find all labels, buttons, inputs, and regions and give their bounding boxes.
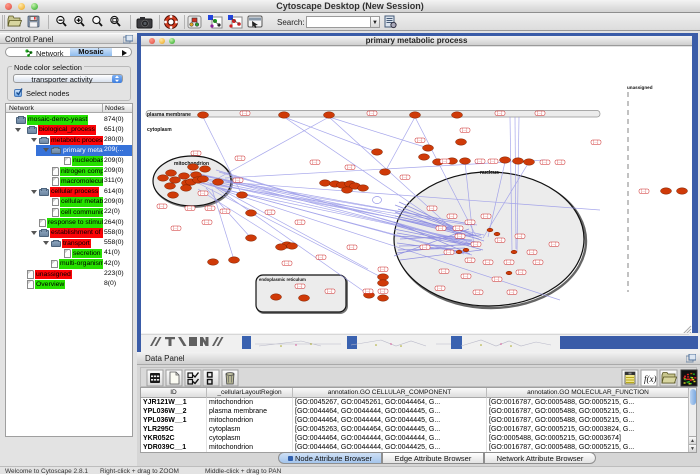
svg-text:[....]: [....]: [537, 111, 542, 115]
svg-text:[....]: [....]: [506, 260, 511, 264]
svg-text:[....]: [....]: [242, 111, 247, 115]
svg-text:[....]: [....]: [441, 269, 446, 273]
svg-text:plasma membrane: plasma membrane: [147, 112, 191, 118]
svg-text:[....]: [....]: [402, 175, 407, 179]
svg-text:[....]: [....]: [457, 234, 462, 238]
svg-text:[....]: [....]: [551, 242, 556, 246]
svg-text:[....]: [....]: [467, 258, 472, 262]
svg-text:[....]: [....]: [518, 270, 523, 274]
svg-text:[....]: [....]: [193, 151, 198, 155]
svg-text:[....]: [....]: [380, 267, 385, 271]
svg-text:[....]: [....]: [462, 128, 467, 132]
svg-text:[....]: [....]: [475, 290, 480, 294]
svg-text:[....]: [....]: [509, 290, 514, 294]
svg-text:[....]: [....]: [347, 165, 352, 169]
svg-text:[....]: [....]: [365, 289, 370, 293]
svg-text:nucleus: nucleus: [480, 170, 499, 176]
svg-text:[....]: [....]: [557, 160, 562, 164]
svg-text:[....]: [....]: [477, 159, 482, 163]
svg-text:[....]: [....]: [485, 260, 490, 264]
svg-text:[....]: [....]: [542, 160, 547, 164]
svg-text:[....]: [....]: [429, 206, 434, 210]
svg-text:[....]: [....]: [380, 289, 385, 293]
svg-text:[....]: [....]: [267, 210, 272, 214]
svg-text:[....]: [....]: [535, 260, 540, 264]
svg-text:[....]: [....]: [318, 255, 323, 259]
svg-text:f(x): f(x): [644, 374, 657, 384]
svg-text:[....]: [....]: [517, 234, 522, 238]
svg-text:[....]: [....]: [449, 214, 454, 218]
svg-text:[....]: [....]: [467, 220, 472, 224]
svg-text:[....]: [....]: [312, 160, 317, 164]
svg-text:[....]: [....]: [222, 209, 227, 213]
svg-text:[....]: [....]: [422, 245, 427, 249]
svg-text:[....]: [....]: [497, 111, 502, 115]
svg-text:[....]: [....]: [349, 245, 354, 249]
svg-text:[....]: [....]: [159, 204, 164, 208]
svg-text:[....]: [....]: [455, 226, 460, 230]
svg-text:[....]: [....]: [497, 238, 502, 242]
svg-text:[....]: [....]: [237, 156, 242, 160]
svg-text:[....]: [....]: [235, 178, 240, 182]
svg-text:[....]: [....]: [200, 191, 205, 195]
svg-text:[....]: [....]: [284, 261, 289, 265]
svg-text:[....]: [....]: [369, 111, 374, 115]
svg-text:[....]: [....]: [187, 206, 192, 210]
svg-text:[....]: [....]: [297, 284, 302, 288]
svg-text:[....]: [....]: [473, 242, 478, 246]
svg-text:[....]: [....]: [204, 220, 209, 224]
svg-text:[....]: [....]: [297, 220, 302, 224]
svg-text:[....]: [....]: [483, 214, 488, 218]
svg-text:[....]: [....]: [442, 159, 447, 163]
svg-text:[....]: [....]: [437, 286, 442, 290]
svg-text:[....]: [....]: [494, 277, 499, 281]
svg-text:[....]: [....]: [593, 140, 598, 144]
svg-text:[....]: [....]: [327, 289, 332, 293]
svg-text:[....]: [....]: [438, 226, 443, 230]
svg-text:[....]: [....]: [207, 206, 212, 210]
svg-text:endoplasmic reticulum: endoplasmic reticulum: [259, 277, 306, 282]
svg-text:[....]: [....]: [463, 274, 468, 278]
svg-text:cytoplasm: cytoplasm: [147, 127, 172, 133]
svg-text:[....]: [....]: [529, 250, 534, 254]
svg-text:unassigned: unassigned: [627, 85, 653, 90]
svg-text:[....]: [....]: [641, 189, 646, 193]
svg-text:[....]: [....]: [446, 250, 451, 254]
svg-text:[....]: [....]: [173, 226, 178, 230]
svg-text:[....]: [....]: [490, 159, 495, 163]
svg-text:[....]: [....]: [417, 138, 422, 142]
